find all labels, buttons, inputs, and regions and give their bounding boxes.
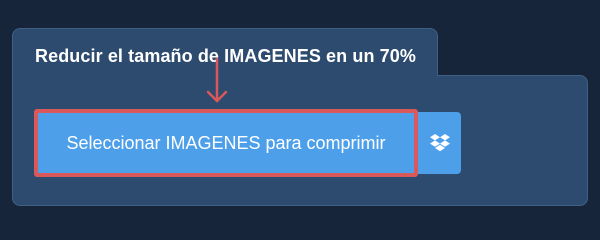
dropbox-button[interactable]: [418, 112, 461, 174]
arrow-down-icon: [206, 57, 228, 103]
select-images-button[interactable]: Seleccionar IMAGENES para comprimir: [34, 109, 418, 177]
dropbox-icon: [429, 134, 450, 152]
